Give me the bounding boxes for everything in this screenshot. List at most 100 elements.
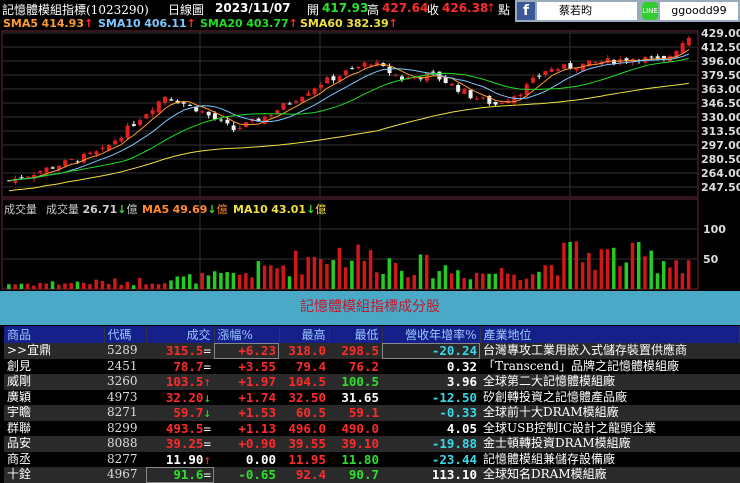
col-industry[interactable]: 產業地位 bbox=[480, 326, 740, 343]
candle-body bbox=[393, 75, 398, 77]
price-volume-chart[interactable]: 429.00412.50396.00379.50363.00346.50330.… bbox=[0, 0, 740, 291]
candle-body bbox=[555, 69, 560, 71]
volume-bar bbox=[574, 241, 579, 289]
stock-name[interactable]: 創見 bbox=[4, 359, 104, 375]
volume-bar bbox=[468, 279, 473, 289]
volume-bar bbox=[32, 285, 36, 289]
revenue-growth-cell: 113.10 bbox=[382, 467, 480, 483]
candle-body bbox=[38, 171, 43, 173]
volume-bar bbox=[343, 267, 348, 289]
volume-bar bbox=[337, 247, 342, 289]
candle-body bbox=[537, 75, 542, 77]
candle-body bbox=[169, 99, 174, 101]
candle-body bbox=[156, 101, 161, 113]
volume-bar bbox=[350, 260, 354, 289]
stock-code: 8277 bbox=[107, 451, 138, 466]
candle-body bbox=[69, 159, 74, 161]
volume-bar bbox=[387, 258, 392, 289]
col-name[interactable]: 商品 bbox=[4, 326, 105, 343]
col-change[interactable]: 漲幅% bbox=[214, 326, 280, 343]
change-cell: +1.97 bbox=[214, 374, 279, 390]
component-table-title: 記憶體模組指標成分股 bbox=[0, 291, 740, 325]
high-cell: 79.4 bbox=[295, 358, 326, 374]
volume-bar bbox=[38, 283, 42, 289]
stock-name[interactable]: >>宜鼎 bbox=[4, 343, 104, 359]
table-row[interactable]: 群聯 8299 493.5= +1.13 496.0 490.0 4.05 全球… bbox=[4, 421, 740, 437]
candle-body bbox=[131, 124, 136, 126]
volume-bar bbox=[512, 274, 516, 289]
col-low[interactable]: 最低 bbox=[329, 326, 383, 343]
volume-tick-label: 100 bbox=[703, 223, 726, 236]
low-cell: 31.65 bbox=[341, 389, 379, 405]
low-cell: 76.2 bbox=[348, 358, 379, 374]
volume-bar bbox=[393, 262, 398, 289]
price-mark-icon: ↑ bbox=[203, 451, 211, 467]
volume-bar bbox=[412, 274, 416, 289]
stock-name[interactable]: 威剛 bbox=[4, 374, 104, 390]
candle-body bbox=[680, 43, 685, 53]
stock-name[interactable]: 宇瞻 bbox=[4, 405, 104, 421]
volume-bar bbox=[331, 260, 335, 289]
industry-cell: 全球知名DRAM模組廠 bbox=[480, 467, 740, 483]
candle-body bbox=[568, 63, 573, 69]
candle-body bbox=[94, 151, 99, 155]
candle-body bbox=[562, 64, 567, 69]
stock-name[interactable]: 十銓 bbox=[4, 467, 104, 483]
stock-code: 8299 bbox=[107, 420, 138, 435]
candle-body bbox=[19, 177, 24, 179]
candle-body bbox=[530, 77, 535, 83]
volume-bar bbox=[293, 250, 298, 289]
table-row[interactable]: 宇瞻 8271 59.7↓ +1.53 60.5 59.1 -0.33 全球前十… bbox=[4, 405, 740, 421]
stock-code: 8088 bbox=[104, 436, 146, 452]
stock-name[interactable]: 商丞 bbox=[4, 452, 104, 468]
volume-bar bbox=[150, 283, 155, 289]
volume-bar bbox=[325, 263, 329, 289]
col-high[interactable]: 最高 bbox=[279, 326, 330, 343]
volume-bar bbox=[530, 274, 535, 289]
volume-bar bbox=[206, 275, 211, 289]
volume-bar bbox=[593, 269, 597, 289]
stock-name[interactable]: 群聯 bbox=[4, 421, 104, 437]
candle-body bbox=[300, 97, 305, 102]
high-cell: 318.0 bbox=[279, 343, 329, 359]
volume-bar bbox=[119, 284, 123, 289]
price-panel-frame bbox=[1, 30, 699, 198]
table-row[interactable]: 十銓 4967 91.6= -0.65 92.4 90.7 113.10 全球知… bbox=[4, 467, 740, 483]
volume-bar bbox=[643, 256, 647, 289]
price-tick-label: 396.00 bbox=[701, 55, 740, 68]
industry-cell: 「Transcend」品牌之記憶體模組廠 bbox=[483, 358, 680, 373]
price-mark-icon: = bbox=[203, 436, 211, 452]
volume-bar bbox=[381, 273, 385, 289]
volume-bar bbox=[25, 283, 30, 289]
high-cell: 11.95 bbox=[288, 451, 326, 467]
volume-bar bbox=[50, 281, 55, 289]
volume-bar bbox=[212, 271, 217, 289]
table-row[interactable]: >>宜鼎 5289 315.5= +6.23 318.0 298.5 -20.2… bbox=[4, 343, 740, 359]
col-revenue-growth[interactable]: 營收年增率% bbox=[382, 326, 481, 343]
stock-name[interactable]: 廣穎 bbox=[4, 390, 104, 406]
high-cell: 496.0 bbox=[288, 420, 326, 436]
ma5-legend: MA5 49.69↓億 bbox=[142, 203, 228, 216]
stock-name[interactable]: 品安 bbox=[4, 436, 104, 452]
volume-bar bbox=[81, 282, 86, 289]
candle-body bbox=[206, 111, 211, 116]
table-row[interactable]: 品安 8088 39.25= +0.90 39.55 39.10 -19.88 … bbox=[4, 436, 740, 452]
high-cell: 39.55 bbox=[279, 436, 329, 452]
low-cell: 11.80 bbox=[341, 451, 379, 467]
candle-body bbox=[293, 101, 298, 103]
volume-title: 成交量 bbox=[4, 203, 37, 216]
candle-body bbox=[237, 127, 242, 129]
col-price[interactable]: 成交 bbox=[146, 326, 215, 343]
price-tick-label: 280.50 bbox=[701, 153, 740, 166]
col-code[interactable]: 代碼 bbox=[104, 326, 147, 343]
volume-bar bbox=[368, 250, 373, 289]
table-row[interactable]: 廣穎 4973 32.20↓ +1.74 32.50 31.65 -12.50 … bbox=[4, 390, 740, 406]
table-row[interactable]: 創見 2451 78.7= +3.55 79.4 76.2 0.32 「Tran… bbox=[4, 359, 740, 375]
table-row[interactable]: 商丞 8277 11.90↑ 0.00 11.95 11.80 -23.44 記… bbox=[4, 452, 740, 468]
stock-code: 3260 bbox=[104, 374, 146, 390]
candle-body bbox=[474, 98, 479, 100]
candle-body bbox=[63, 160, 68, 166]
volume-bar bbox=[244, 273, 248, 289]
table-row[interactable]: 威剛 3260 103.5↑ +1.97 104.5 100.5 3.96 全球… bbox=[4, 374, 740, 390]
change-cell: -0.65 bbox=[214, 467, 279, 483]
